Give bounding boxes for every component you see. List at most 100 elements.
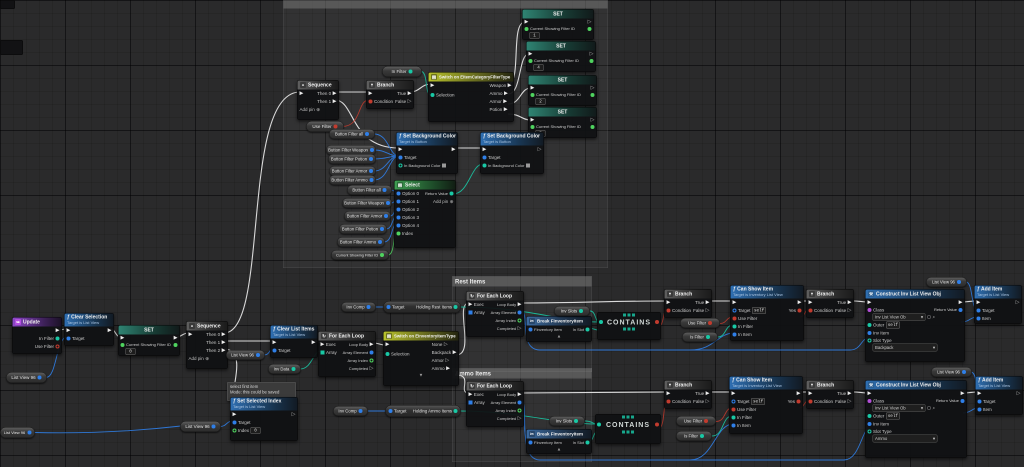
exec-in-pin[interactable]: ▶ <box>667 391 671 396</box>
pin[interactable] <box>708 321 712 325</box>
false-pin[interactable]: ▷ <box>848 308 852 313</box>
in-filter-pin[interactable] <box>733 325 737 329</box>
exec-in-pin[interactable]: ▶ <box>321 342 325 347</box>
pin[interactable] <box>27 431 31 435</box>
node-for-each-loop-ammo[interactable]: ↻For Each Loop ▶ExecLoop Body▶ ArrayArra… <box>466 381 524 427</box>
pill-current-showing-filter-id[interactable]: Current Showing Filter ID <box>331 250 389 260</box>
node-can-show-item-rest[interactable]: ƒ Can Show ItemTarget is Inventory List … <box>730 285 804 341</box>
pin[interactable] <box>212 425 216 429</box>
pin[interactable] <box>334 125 338 129</box>
return-value-pin[interactable] <box>959 308 963 312</box>
return-value-pin[interactable] <box>450 192 454 196</box>
exec-out-pin[interactable]: ▶ <box>452 147 456 152</box>
exec-out-pin[interactable]: ▷ <box>538 147 542 152</box>
exec-in-pin[interactable]: ▶ <box>483 147 487 152</box>
pin[interactable] <box>378 240 382 244</box>
option4-pin[interactable] <box>397 224 401 228</box>
exec-in-pin[interactable]: ▶ <box>977 300 981 305</box>
pill-inv-comp[interactable]: Inv Comp <box>341 302 376 312</box>
inv-item-pin[interactable] <box>868 422 872 426</box>
exec-in-pin[interactable]: ▶ <box>667 300 671 305</box>
browse-icon[interactable] <box>927 315 931 319</box>
pin[interactable] <box>380 227 384 231</box>
target-pin[interactable] <box>733 309 737 313</box>
exec-out-pin[interactable]: ▷ <box>590 52 594 57</box>
selection-pin[interactable] <box>431 93 435 97</box>
then0-pin[interactable]: ▶ <box>333 91 337 96</box>
pin[interactable] <box>706 335 710 339</box>
color-swatch[interactable] <box>526 164 530 168</box>
slot-type-dropdown[interactable]: Backpack▾ <box>873 344 938 352</box>
node-construct-inv-list-view-ammo[interactable]: ⚒Construct Inv List View Obj ▶▶ ClassRet… <box>865 380 967 458</box>
outer-pin[interactable] <box>868 323 872 327</box>
target-pin[interactable] <box>399 156 403 160</box>
completed-pin[interactable]: ▷ <box>518 326 522 331</box>
offscreen-node[interactable] <box>0 40 23 55</box>
exec-in-pin[interactable]: ▶ <box>399 147 403 152</box>
exec-in-pin[interactable]: ▶ <box>529 52 533 57</box>
weapon-pin[interactable]: ▶ <box>508 83 512 88</box>
value-box[interactable]: 4 <box>534 64 544 71</box>
target-pin[interactable] <box>732 400 736 404</box>
pill-inv-slots[interactable]: Inv Slots <box>554 306 590 316</box>
pill-use-filter[interactable]: Use Filter <box>680 318 720 328</box>
search-icon[interactable]: ⌕ <box>933 314 936 320</box>
blueprint-graph-canvas[interactable]: Rest Items Ammo Items <box>0 0 1024 467</box>
in-slot-pin[interactable] <box>586 328 590 332</box>
loop-body-pin[interactable]: ▶ <box>370 342 374 347</box>
value-out-pin[interactable] <box>174 343 178 347</box>
use-filter-pin[interactable] <box>732 408 736 412</box>
exec-in-pin[interactable]: ▶ <box>809 300 813 305</box>
node-sequence-top[interactable]: »Sequence ▶Then 0▶ Then 1▶ Add pin⊕ <box>297 80 339 120</box>
chevron-up-icon[interactable]: ▲ <box>527 334 592 339</box>
class-pin[interactable] <box>868 399 872 403</box>
value-out-pin[interactable] <box>591 125 595 129</box>
exec-in-pin[interactable]: ▶ <box>300 91 304 96</box>
pin[interactable] <box>409 70 413 74</box>
finventory-item-pin[interactable] <box>529 441 533 445</box>
node-add-item-rest[interactable]: ƒ Add ItemTarget is List View ▶▷ Target … <box>974 285 1022 324</box>
value-in-pin[interactable] <box>531 93 535 97</box>
pill-inv-slots[interactable]: Inv Slots <box>549 416 585 426</box>
value-out-pin[interactable] <box>588 27 592 31</box>
exec-out-pin[interactable]: ▶ <box>959 300 963 305</box>
chevron-down-icon[interactable]: ▼ <box>384 373 459 378</box>
offscreen-node[interactable] <box>0 0 15 9</box>
pill-button-filter-potion[interactable]: Button Filter Potion <box>339 224 387 234</box>
exec-in-pin[interactable]: ▶ <box>469 302 473 307</box>
add-pin-button[interactable]: Add pin⊕ <box>300 107 321 113</box>
target-pin[interactable] <box>233 421 237 425</box>
node-contains-rest[interactable]: CONTAINS <box>597 312 661 340</box>
node-branch-rest-2[interactable]: ⑂Branch ▶True▶ ConditionFalse▷ <box>806 289 854 318</box>
pin[interactable] <box>256 353 260 357</box>
ammo-pin[interactable]: ▶ <box>504 91 508 96</box>
exec-in-pin[interactable]: ▶ <box>531 86 535 91</box>
target-pin[interactable] <box>977 309 981 313</box>
item-pin[interactable] <box>978 408 982 412</box>
pill-list-view-96[interactable]: List View 96 <box>0 427 35 438</box>
exec-in-pin[interactable]: ▶ <box>369 91 373 96</box>
completed-pin[interactable]: ▷ <box>370 366 374 371</box>
node-for-each-loop-main[interactable]: ↻For Each Loop ▶ExecLoop Body▶ ArrayArra… <box>318 331 376 377</box>
finventory-item-pin[interactable] <box>529 328 533 332</box>
exec-in-pin[interactable]: ▶ <box>733 300 737 305</box>
node-set-background-color-1[interactable]: ƒ Set Background ColorTarget is Button ▶… <box>396 132 458 174</box>
slot-type-pin[interactable] <box>868 429 872 433</box>
potion-pin[interactable]: ▶ <box>504 107 508 112</box>
node-update-event[interactable]: ➥Update ▶ In Filter Use Filter <box>12 317 62 354</box>
target-self-box[interactable]: self <box>752 307 766 314</box>
pin[interactable] <box>962 370 966 374</box>
pin[interactable] <box>383 188 387 192</box>
pill-button-filter-ammo[interactable]: Button Filter Ammo <box>329 175 376 185</box>
loop-body-pin[interactable]: ▶ <box>518 302 522 307</box>
pin[interactable] <box>704 419 708 423</box>
pin[interactable] <box>365 132 369 136</box>
out-pin[interactable] <box>454 409 458 413</box>
condition-pin[interactable] <box>667 400 671 404</box>
exec-out-pin[interactable]: ▶ <box>56 328 60 333</box>
array-pin[interactable] <box>321 351 325 355</box>
option1-pin[interactable] <box>397 200 401 204</box>
node-set-current-filter-2[interactable]: SET ▶▷ Current Showing Filter ID 2 <box>528 75 597 106</box>
false-pin[interactable]: ▷ <box>848 399 852 404</box>
pill-list-view-96[interactable]: List View 96 <box>926 277 967 287</box>
